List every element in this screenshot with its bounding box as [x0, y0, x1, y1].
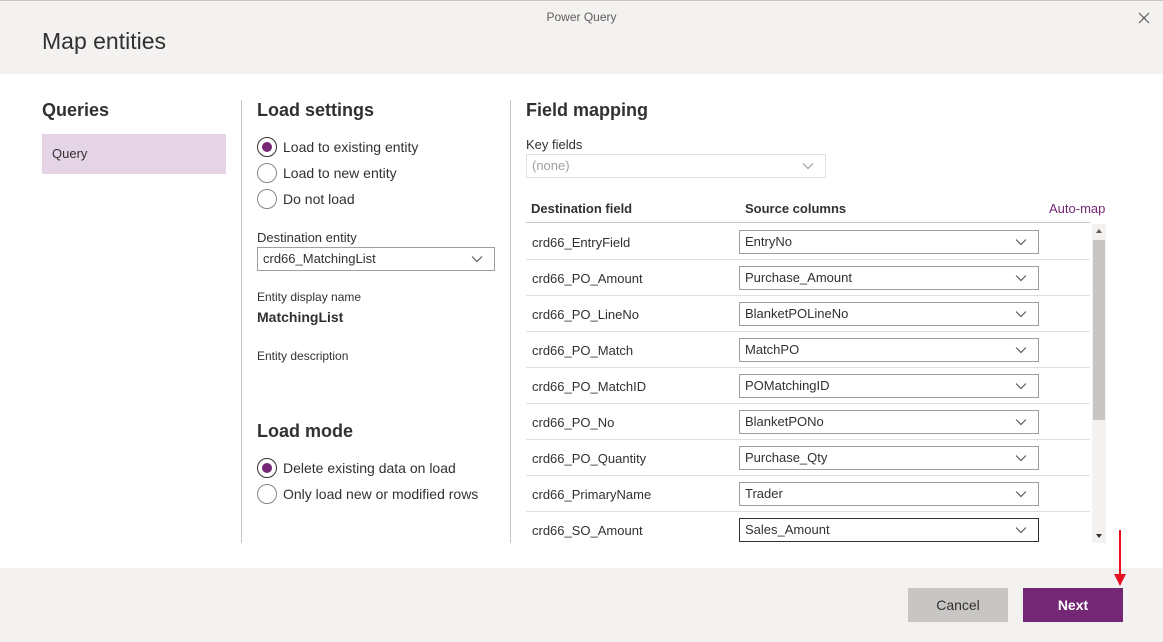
field-mapping-table: crd66_EntryField EntryNo crd66_PO_Amount…	[526, 224, 1090, 543]
scroll-thumb[interactable]	[1093, 240, 1105, 420]
chevron-down-icon	[1015, 239, 1027, 246]
source-columns-header: Source columns	[745, 201, 847, 216]
chevron-down-icon	[1015, 527, 1027, 534]
source-column-dropdown[interactable]: Purchase_Amount	[739, 266, 1039, 290]
radio-only-load-new-rows[interactable]: Only load new or modified rows	[257, 484, 478, 504]
destination-field: crd66_PO_LineNo	[532, 307, 639, 322]
source-column-value: BlanketPONo	[745, 414, 824, 429]
queries-title: Queries	[42, 100, 110, 120]
chevron-down-icon	[1015, 347, 1027, 354]
source-column-value: Purchase_Qty	[745, 450, 828, 465]
field-mapping-header: Destination field Source columns	[526, 197, 1090, 223]
field-mapping-scrollbar[interactable]	[1092, 224, 1106, 543]
chevron-down-icon	[802, 163, 814, 170]
table-row: crd66_PO_Match MatchPO	[526, 332, 1090, 368]
table-row: crd66_PO_Quantity Purchase_Qty	[526, 440, 1090, 476]
chevron-down-icon	[1015, 311, 1027, 318]
radio-label: Load to new entity	[283, 165, 397, 181]
destination-field: crd66_PO_Amount	[532, 271, 643, 286]
source-column-value: EntryNo	[745, 234, 792, 249]
key-fields-dropdown[interactable]: (none)	[526, 154, 826, 178]
chevron-down-icon	[471, 256, 483, 263]
table-row: crd66_PO_LineNo BlanketPOLineNo	[526, 296, 1090, 332]
chevron-down-icon	[1015, 455, 1027, 462]
source-column-dropdown[interactable]: BlanketPONo	[739, 410, 1039, 434]
source-column-dropdown[interactable]: Trader	[739, 482, 1039, 506]
source-column-dropdown[interactable]: EntryNo	[739, 230, 1039, 254]
radio-circle	[257, 137, 277, 157]
table-row: crd66_EntryField EntryNo	[526, 224, 1090, 260]
table-row: crd66_PO_MatchID POMatchingID	[526, 368, 1090, 404]
radio-delete-existing-data[interactable]: Delete existing data on load	[257, 458, 456, 478]
destination-field: crd66_PO_MatchID	[532, 379, 647, 394]
radio-do-not-load[interactable]: Do not load	[257, 189, 355, 209]
source-column-value: BlanketPOLineNo	[745, 306, 849, 321]
key-fields-value: (none)	[532, 158, 570, 173]
radio-load-new-entity[interactable]: Load to new entity	[257, 163, 397, 183]
dialog-footer: Cancel Next	[0, 568, 1163, 642]
chevron-down-icon	[1015, 275, 1027, 282]
auto-map-link[interactable]: Auto-map	[1049, 201, 1105, 216]
source-column-value: Sales_Amount	[745, 522, 830, 537]
radio-circle	[257, 189, 277, 209]
source-column-value: POMatchingID	[745, 378, 830, 393]
load-settings-title: Load settings	[257, 100, 375, 120]
chevron-down-icon	[1015, 491, 1027, 498]
app-title: Power Query	[546, 10, 617, 24]
entity-description-label: Entity description	[257, 349, 349, 363]
radio-label: Do not load	[283, 191, 355, 207]
radio-load-existing-entity[interactable]: Load to existing entity	[257, 137, 418, 157]
radio-label: Load to existing entity	[283, 139, 419, 155]
radio-circle	[257, 458, 277, 478]
table-row: crd66_SO_Amount Sales_Amount	[526, 512, 1090, 543]
cancel-button[interactable]: Cancel	[908, 588, 1008, 622]
close-button[interactable]	[1135, 9, 1153, 27]
entity-display-name-value: MatchingList	[257, 309, 344, 325]
destination-entity-dropdown[interactable]: crd66_MatchingList	[257, 247, 495, 271]
source-column-dropdown[interactable]: Purchase_Qty	[739, 446, 1039, 470]
divider-right	[510, 100, 511, 543]
destination-entity-label: Destination entity	[257, 230, 357, 245]
caret-up-icon	[1096, 229, 1102, 233]
field-mapping-title: Field mapping	[526, 100, 649, 120]
entity-display-name-label: Entity display name	[257, 290, 362, 304]
dialog-title: Map entities	[42, 28, 167, 54]
annotation-arrow-icon	[1114, 530, 1126, 586]
dialog-header: Power Query Map entities	[0, 0, 1163, 74]
load-mode-title: Load mode	[257, 421, 354, 441]
destination-field: crd66_EntryField	[532, 235, 631, 250]
destination-field-header: Destination field	[531, 201, 633, 216]
source-column-value: Trader	[745, 486, 783, 501]
key-fields-label: Key fields	[526, 137, 583, 152]
radio-circle	[257, 163, 277, 183]
chevron-down-icon	[1015, 383, 1027, 390]
close-icon	[1138, 12, 1150, 24]
chevron-down-icon	[1015, 419, 1027, 426]
radio-label: Delete existing data on load	[283, 460, 456, 476]
divider-left	[241, 100, 242, 543]
radio-label: Only load new or modified rows	[283, 486, 479, 502]
radio-circle	[257, 484, 277, 504]
source-column-dropdown[interactable]: MatchPO	[739, 338, 1039, 362]
query-list-item[interactable]: Query	[42, 134, 226, 174]
destination-field: crd66_PO_Match	[532, 343, 634, 358]
destination-field: crd66_PrimaryName	[532, 487, 652, 502]
caret-down-icon	[1096, 534, 1102, 538]
source-column-dropdown[interactable]: BlanketPOLineNo	[739, 302, 1039, 326]
destination-field: crd66_PO_No	[532, 415, 615, 430]
source-column-value: MatchPO	[745, 342, 800, 357]
destination-field: crd66_SO_Amount	[532, 523, 643, 538]
next-button[interactable]: Next	[1023, 588, 1123, 622]
source-column-value: Purchase_Amount	[745, 270, 852, 285]
scroll-down-button[interactable]	[1092, 529, 1106, 543]
table-row: crd66_PO_Amount Purchase_Amount	[526, 260, 1090, 296]
table-row: crd66_PrimaryName Trader	[526, 476, 1090, 512]
table-row: crd66_PO_No BlanketPONo	[526, 404, 1090, 440]
source-column-dropdown[interactable]: Sales_Amount	[739, 518, 1039, 542]
destination-field: crd66_PO_Quantity	[532, 451, 647, 466]
destination-entity-value: crd66_MatchingList	[263, 251, 376, 266]
source-column-dropdown[interactable]: POMatchingID	[739, 374, 1039, 398]
scroll-up-button[interactable]	[1092, 224, 1106, 238]
